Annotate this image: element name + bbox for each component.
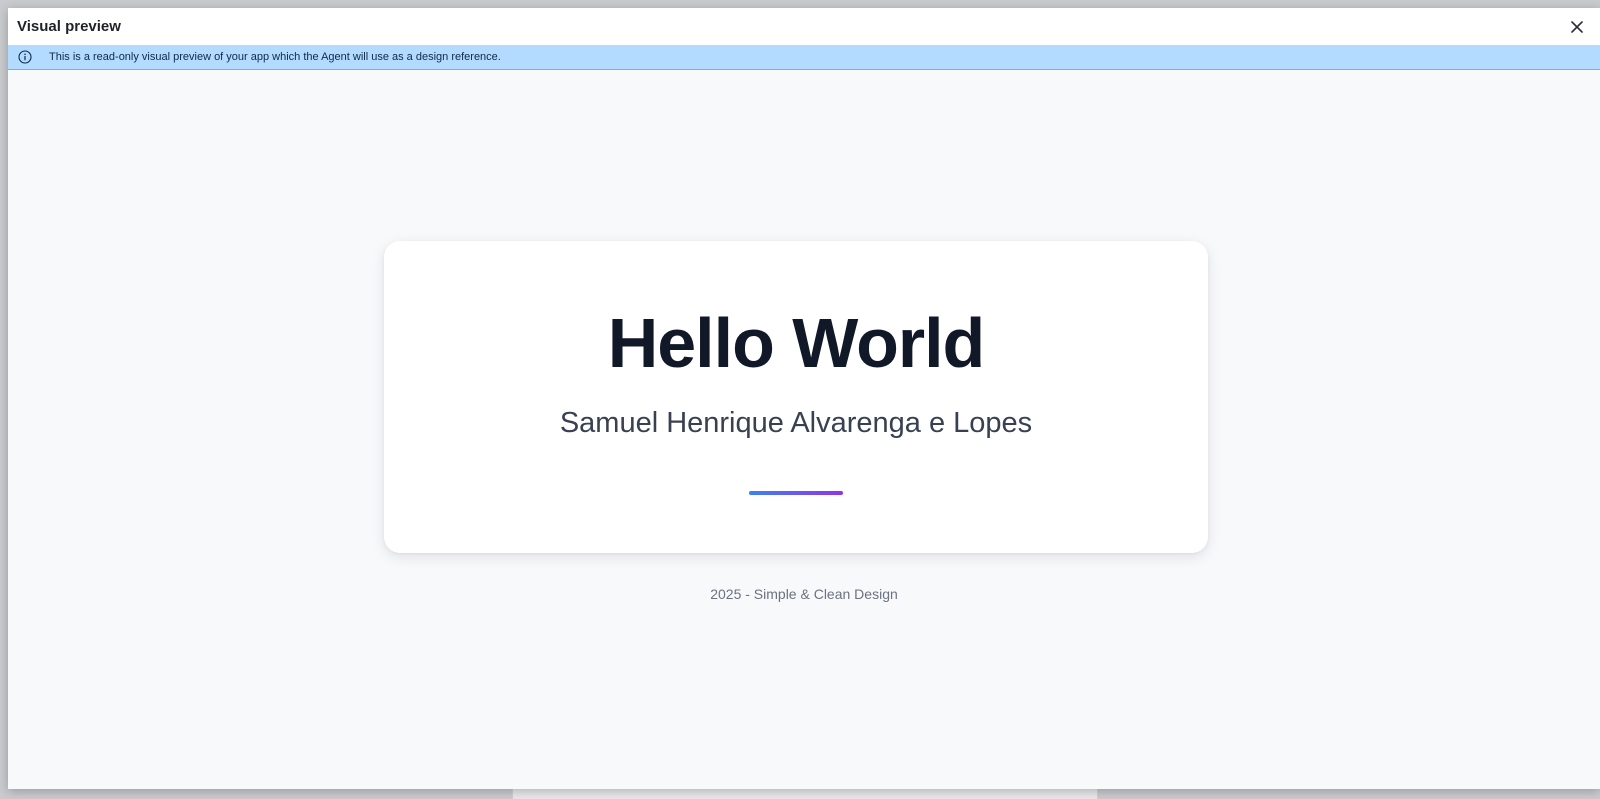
info-banner: This is a read-only visual preview of yo… bbox=[8, 45, 1600, 70]
close-icon bbox=[1571, 20, 1583, 33]
hero-card: Hello World Samuel Henrique Alvarenga e … bbox=[384, 241, 1208, 553]
modal-header: Visual preview bbox=[8, 8, 1600, 45]
footer-text: 2025 - Simple & Clean Design bbox=[710, 586, 898, 602]
info-icon bbox=[18, 50, 32, 64]
visual-preview-modal: Visual preview This is a read-only visua… bbox=[8, 8, 1600, 789]
hero-subtitle: Samuel Henrique Alvarenga e Lopes bbox=[559, 407, 1033, 439]
gradient-divider bbox=[749, 491, 843, 495]
info-banner-text: This is a read-only visual preview of yo… bbox=[49, 51, 501, 63]
modal-title: Visual preview bbox=[17, 18, 121, 35]
close-button[interactable] bbox=[1566, 16, 1588, 38]
hero-heading: Hello World bbox=[607, 304, 986, 382]
